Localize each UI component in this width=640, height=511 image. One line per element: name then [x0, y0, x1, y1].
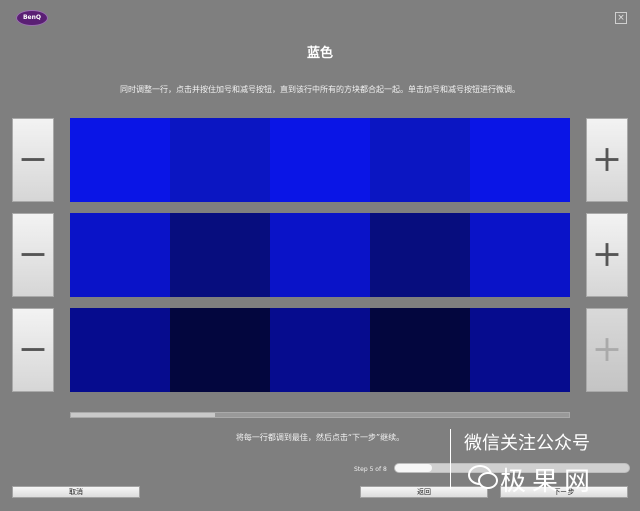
row2-plus-button[interactable]: [586, 213, 628, 297]
row2-color-strip: [70, 213, 570, 297]
watermark-line2: 极果网: [500, 467, 597, 497]
color-block: [470, 308, 570, 392]
row1-color-strip: [70, 118, 570, 202]
row1-minus-button[interactable]: [12, 118, 54, 202]
instruction-text: 同时调整一行，点击并按住加号和减号按钮，直到该行中所有的方块都合起一起。单击加号…: [120, 85, 520, 94]
color-block: [70, 308, 170, 392]
page-title: 蓝色: [306, 46, 333, 61]
row2-minus-button[interactable]: [12, 213, 54, 297]
close-button[interactable]: ×: [615, 12, 627, 24]
plus-icon: [595, 338, 619, 361]
color-block: [470, 213, 570, 297]
color-block: [270, 213, 370, 297]
plus-icon: [595, 148, 619, 171]
color-block: [370, 213, 470, 297]
adjustment-slider-fill: [71, 413, 215, 417]
minus-icon: [21, 158, 45, 161]
color-block: [370, 118, 470, 202]
row3-minus-button[interactable]: [12, 308, 54, 392]
color-block: [270, 118, 370, 202]
minus-icon: [21, 348, 45, 351]
benq-logo: BenQ: [16, 10, 48, 26]
color-block: [70, 213, 170, 297]
color-block: [270, 308, 370, 392]
step-indicator: Step 5 of 8: [354, 466, 387, 473]
watermark-divider: [450, 429, 451, 489]
color-block: [470, 118, 570, 202]
watermark-line1: 微信关注公众号: [464, 433, 590, 454]
color-block: [170, 213, 270, 297]
cancel-button[interactable]: 取消: [12, 486, 140, 498]
wechat-icon-bubble: [478, 472, 498, 489]
minus-icon: [21, 253, 45, 256]
row3-color-strip: [70, 308, 570, 392]
color-block: [70, 118, 170, 202]
row1-plus-button[interactable]: [586, 118, 628, 202]
row3-plus-button[interactable]: [586, 308, 628, 392]
watermark: 微信关注公众号 极果网: [440, 425, 640, 500]
plus-icon: [595, 243, 619, 266]
color-block: [370, 308, 470, 392]
step-progress-fill: [395, 464, 432, 472]
color-block: [170, 308, 270, 392]
color-block: [170, 118, 270, 202]
